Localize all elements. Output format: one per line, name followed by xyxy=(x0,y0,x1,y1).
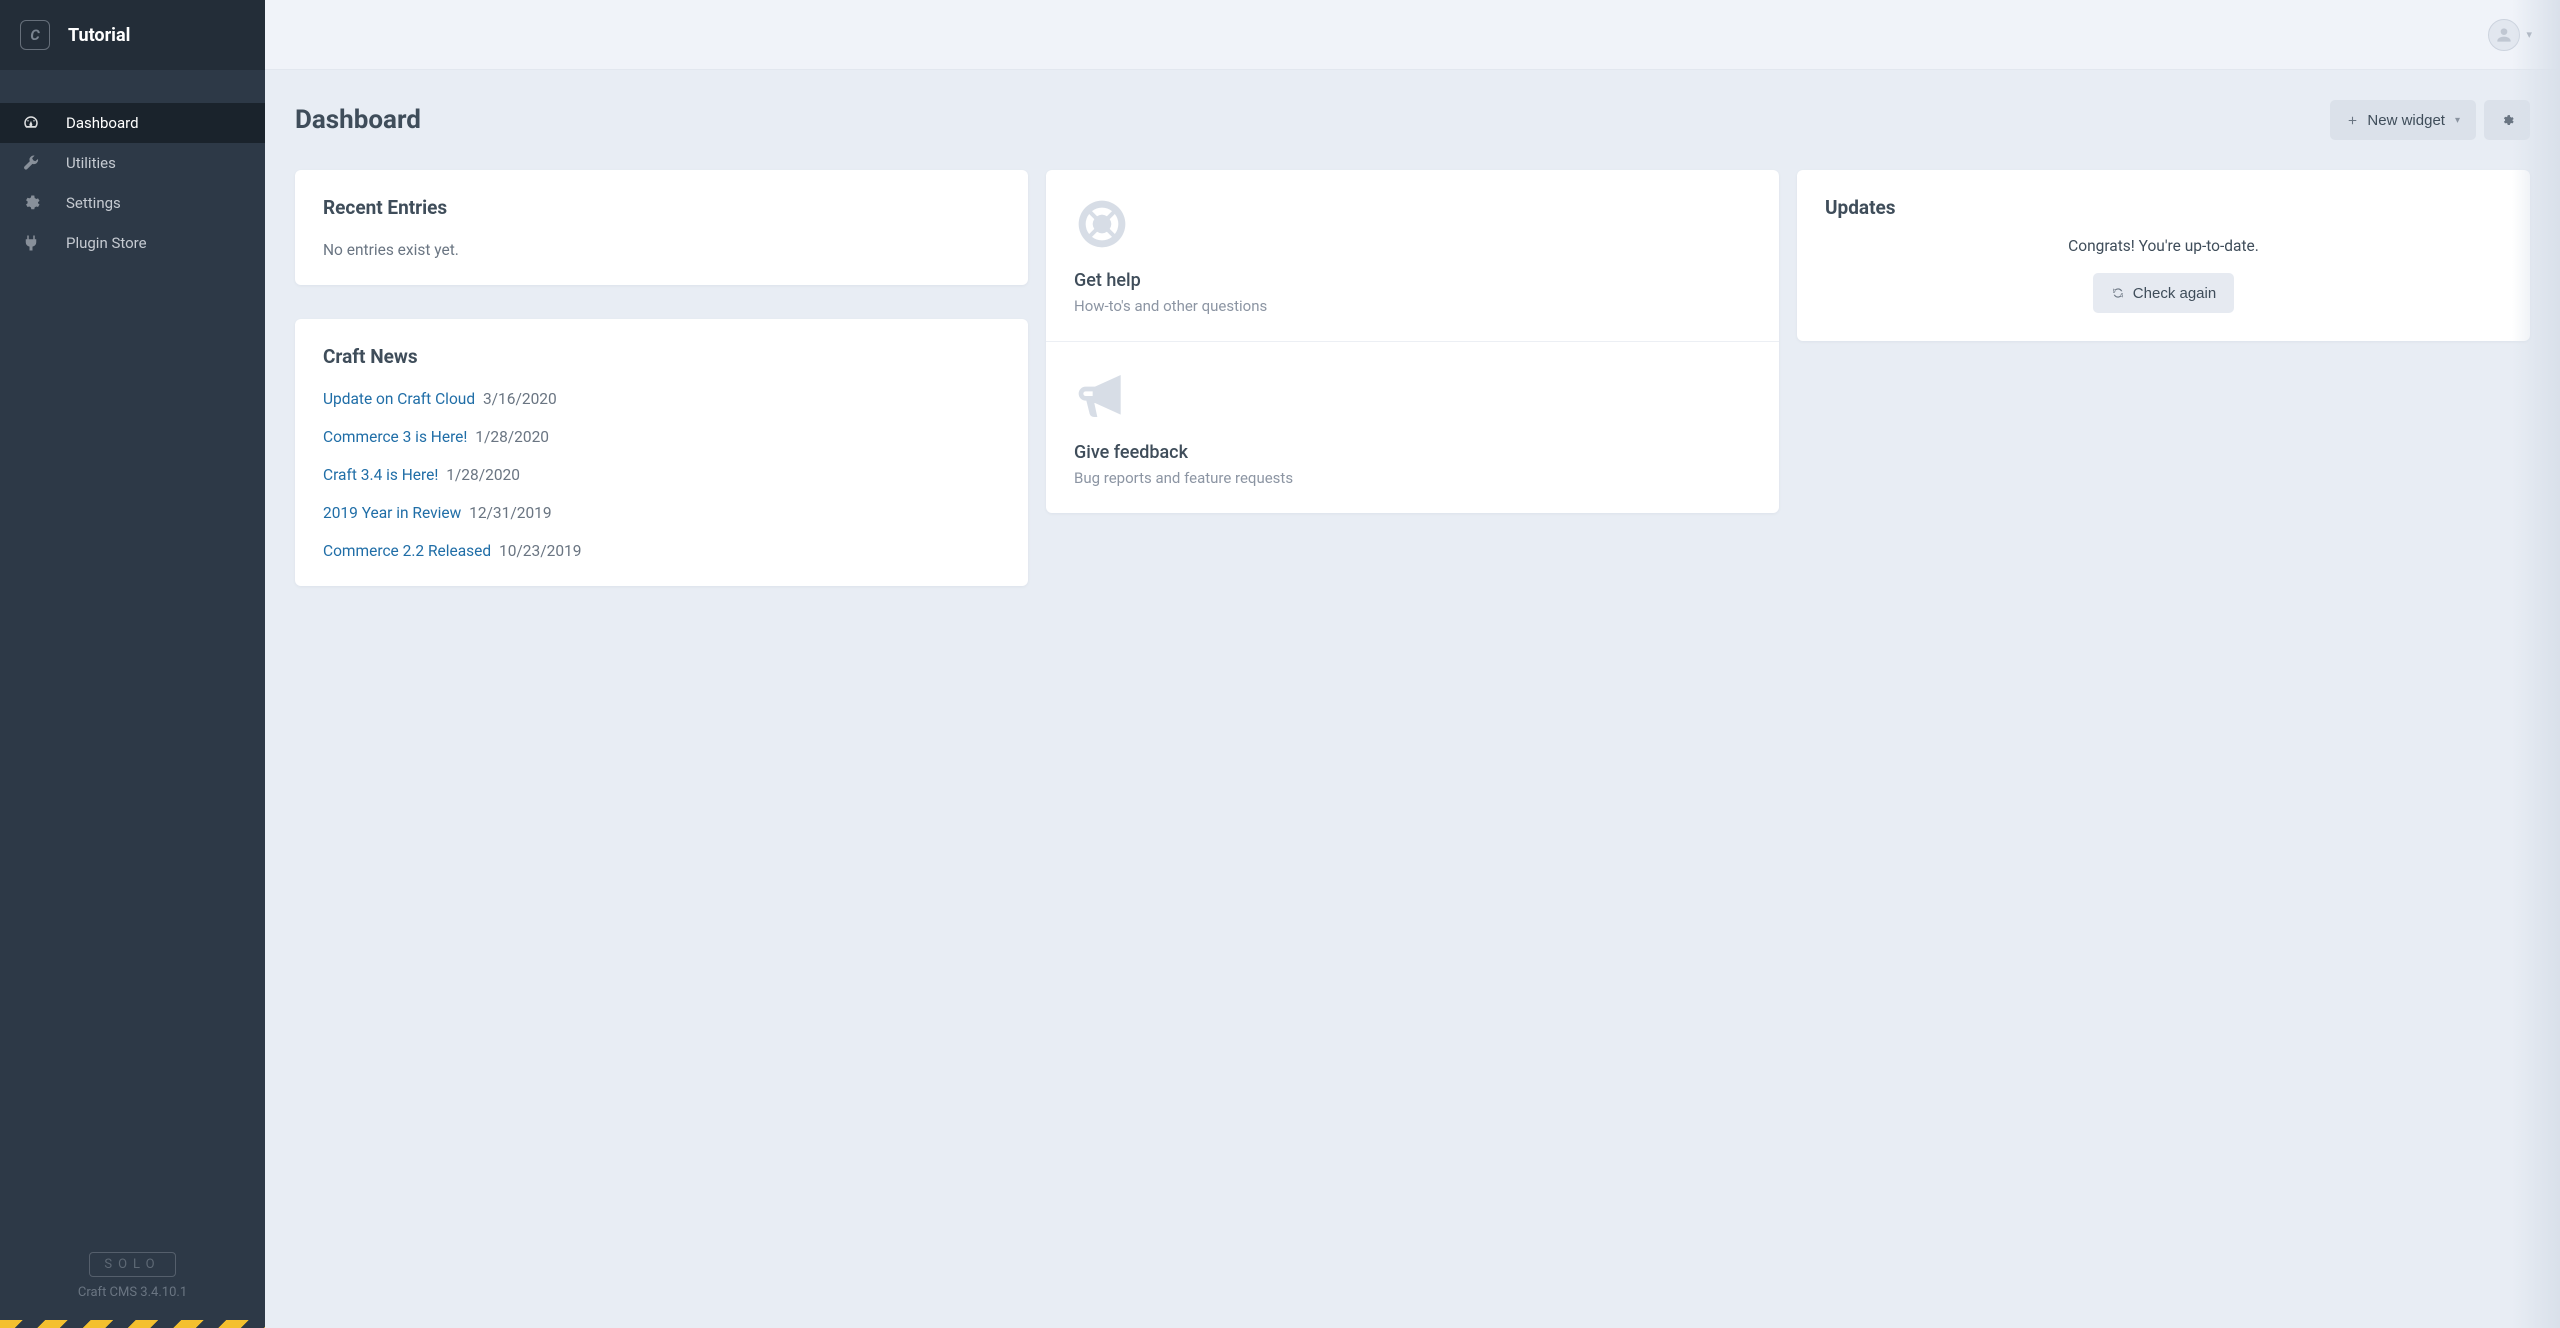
recent-entries-empty: No entries exist yet. xyxy=(323,241,1000,259)
wrench-icon xyxy=(22,154,40,172)
user-menu[interactable]: ▾ xyxy=(2488,19,2532,51)
chevron-down-icon: ▾ xyxy=(2526,28,2532,41)
news-link[interactable]: Commerce 2.2 Released xyxy=(323,542,491,560)
news-date: 1/28/2020 xyxy=(446,466,520,484)
sidebar-item-dashboard[interactable]: Dashboard xyxy=(0,103,265,143)
widget-title: Craft News xyxy=(323,345,1000,368)
support-title: Get help xyxy=(1074,270,1751,291)
gear-icon xyxy=(22,194,40,212)
topbar: ▾ xyxy=(265,0,2560,70)
edition-badge[interactable]: SOLO xyxy=(89,1252,175,1277)
news-date: 12/31/2019 xyxy=(469,504,551,522)
news-link[interactable]: Update on Craft Cloud xyxy=(323,390,475,408)
sidebar: C Tutorial Dashboard Utilities Settings xyxy=(0,0,265,1328)
support-title: Give feedback xyxy=(1074,442,1751,463)
dev-mode-stripe xyxy=(0,1320,265,1328)
news-item: 2019 Year in Review 12/31/2019 xyxy=(323,504,1000,522)
sidebar-footer: SOLO Craft CMS 3.4.10.1 xyxy=(0,1252,265,1328)
new-widget-button[interactable]: New widget ▾ xyxy=(2330,100,2476,140)
news-item: Commerce 2.2 Released 10/23/2019 xyxy=(323,542,1000,560)
main: ▾ Dashboard New widget ▾ xyxy=(265,0,2560,1328)
updates-message: Congrats! You're up-to-date. xyxy=(1825,237,2502,255)
widget-recent-entries: Recent Entries No entries exist yet. xyxy=(295,170,1028,285)
chevron-down-icon: ▾ xyxy=(2455,115,2460,126)
sidebar-item-utilities[interactable]: Utilities xyxy=(0,143,265,183)
support-give-feedback[interactable]: Give feedback Bug reports and feature re… xyxy=(1046,342,1779,513)
news-item: Commerce 3 is Here! 1/28/2020 xyxy=(323,428,1000,446)
news-link[interactable]: 2019 Year in Review xyxy=(323,504,461,522)
sidebar-item-settings[interactable]: Settings xyxy=(0,183,265,223)
widget-updates: Updates Congrats! You're up-to-date. Che… xyxy=(1797,170,2530,341)
plug-icon xyxy=(22,234,40,252)
sidebar-item-label: Utilities xyxy=(66,154,116,172)
page-header: Dashboard New widget ▾ xyxy=(295,100,2530,140)
check-again-label: Check again xyxy=(2133,285,2216,302)
bullhorn-icon xyxy=(1074,368,1751,428)
widget-title: Recent Entries xyxy=(323,196,1000,219)
news-date: 3/16/2020 xyxy=(483,390,557,408)
lifebuoy-icon xyxy=(1074,196,1751,256)
news-item: Update on Craft Cloud 3/16/2020 xyxy=(323,390,1000,408)
support-subtitle: How-to's and other questions xyxy=(1074,297,1751,315)
news-item: Craft 3.4 is Here! 1/28/2020 xyxy=(323,466,1000,484)
sidebar-item-label: Dashboard xyxy=(66,114,139,132)
news-link[interactable]: Commerce 3 is Here! xyxy=(323,428,467,446)
sidebar-item-label: Plugin Store xyxy=(66,234,147,252)
widget-craft-news: Craft News Update on Craft Cloud 3/16/20… xyxy=(295,319,1028,586)
dashboard-settings-button[interactable] xyxy=(2484,100,2530,140)
page-title: Dashboard xyxy=(295,105,421,135)
brand[interactable]: C Tutorial xyxy=(0,0,265,70)
sidebar-item-label: Settings xyxy=(66,194,121,212)
check-again-button[interactable]: Check again xyxy=(2093,273,2234,313)
new-widget-label: New widget xyxy=(2367,112,2445,129)
widget-craft-support: Get help How-to's and other questions Gi… xyxy=(1046,170,1779,513)
news-link[interactable]: Craft 3.4 is Here! xyxy=(323,466,438,484)
plus-icon xyxy=(2346,114,2359,127)
gear-icon xyxy=(2501,114,2514,127)
gauge-icon xyxy=(22,114,40,132)
brand-name: Tutorial xyxy=(68,25,130,46)
brand-logo: C xyxy=(20,20,50,50)
refresh-icon xyxy=(2111,286,2125,300)
sidebar-item-plugin-store[interactable]: Plugin Store xyxy=(0,223,265,263)
news-date: 10/23/2019 xyxy=(499,542,581,560)
version-label: Craft CMS 3.4.10.1 xyxy=(0,1285,265,1300)
news-date: 1/28/2020 xyxy=(475,428,549,446)
avatar xyxy=(2488,19,2520,51)
support-get-help[interactable]: Get help How-to's and other questions xyxy=(1046,170,1779,342)
support-subtitle: Bug reports and feature requests xyxy=(1074,469,1751,487)
widget-title: Updates xyxy=(1825,196,2502,219)
